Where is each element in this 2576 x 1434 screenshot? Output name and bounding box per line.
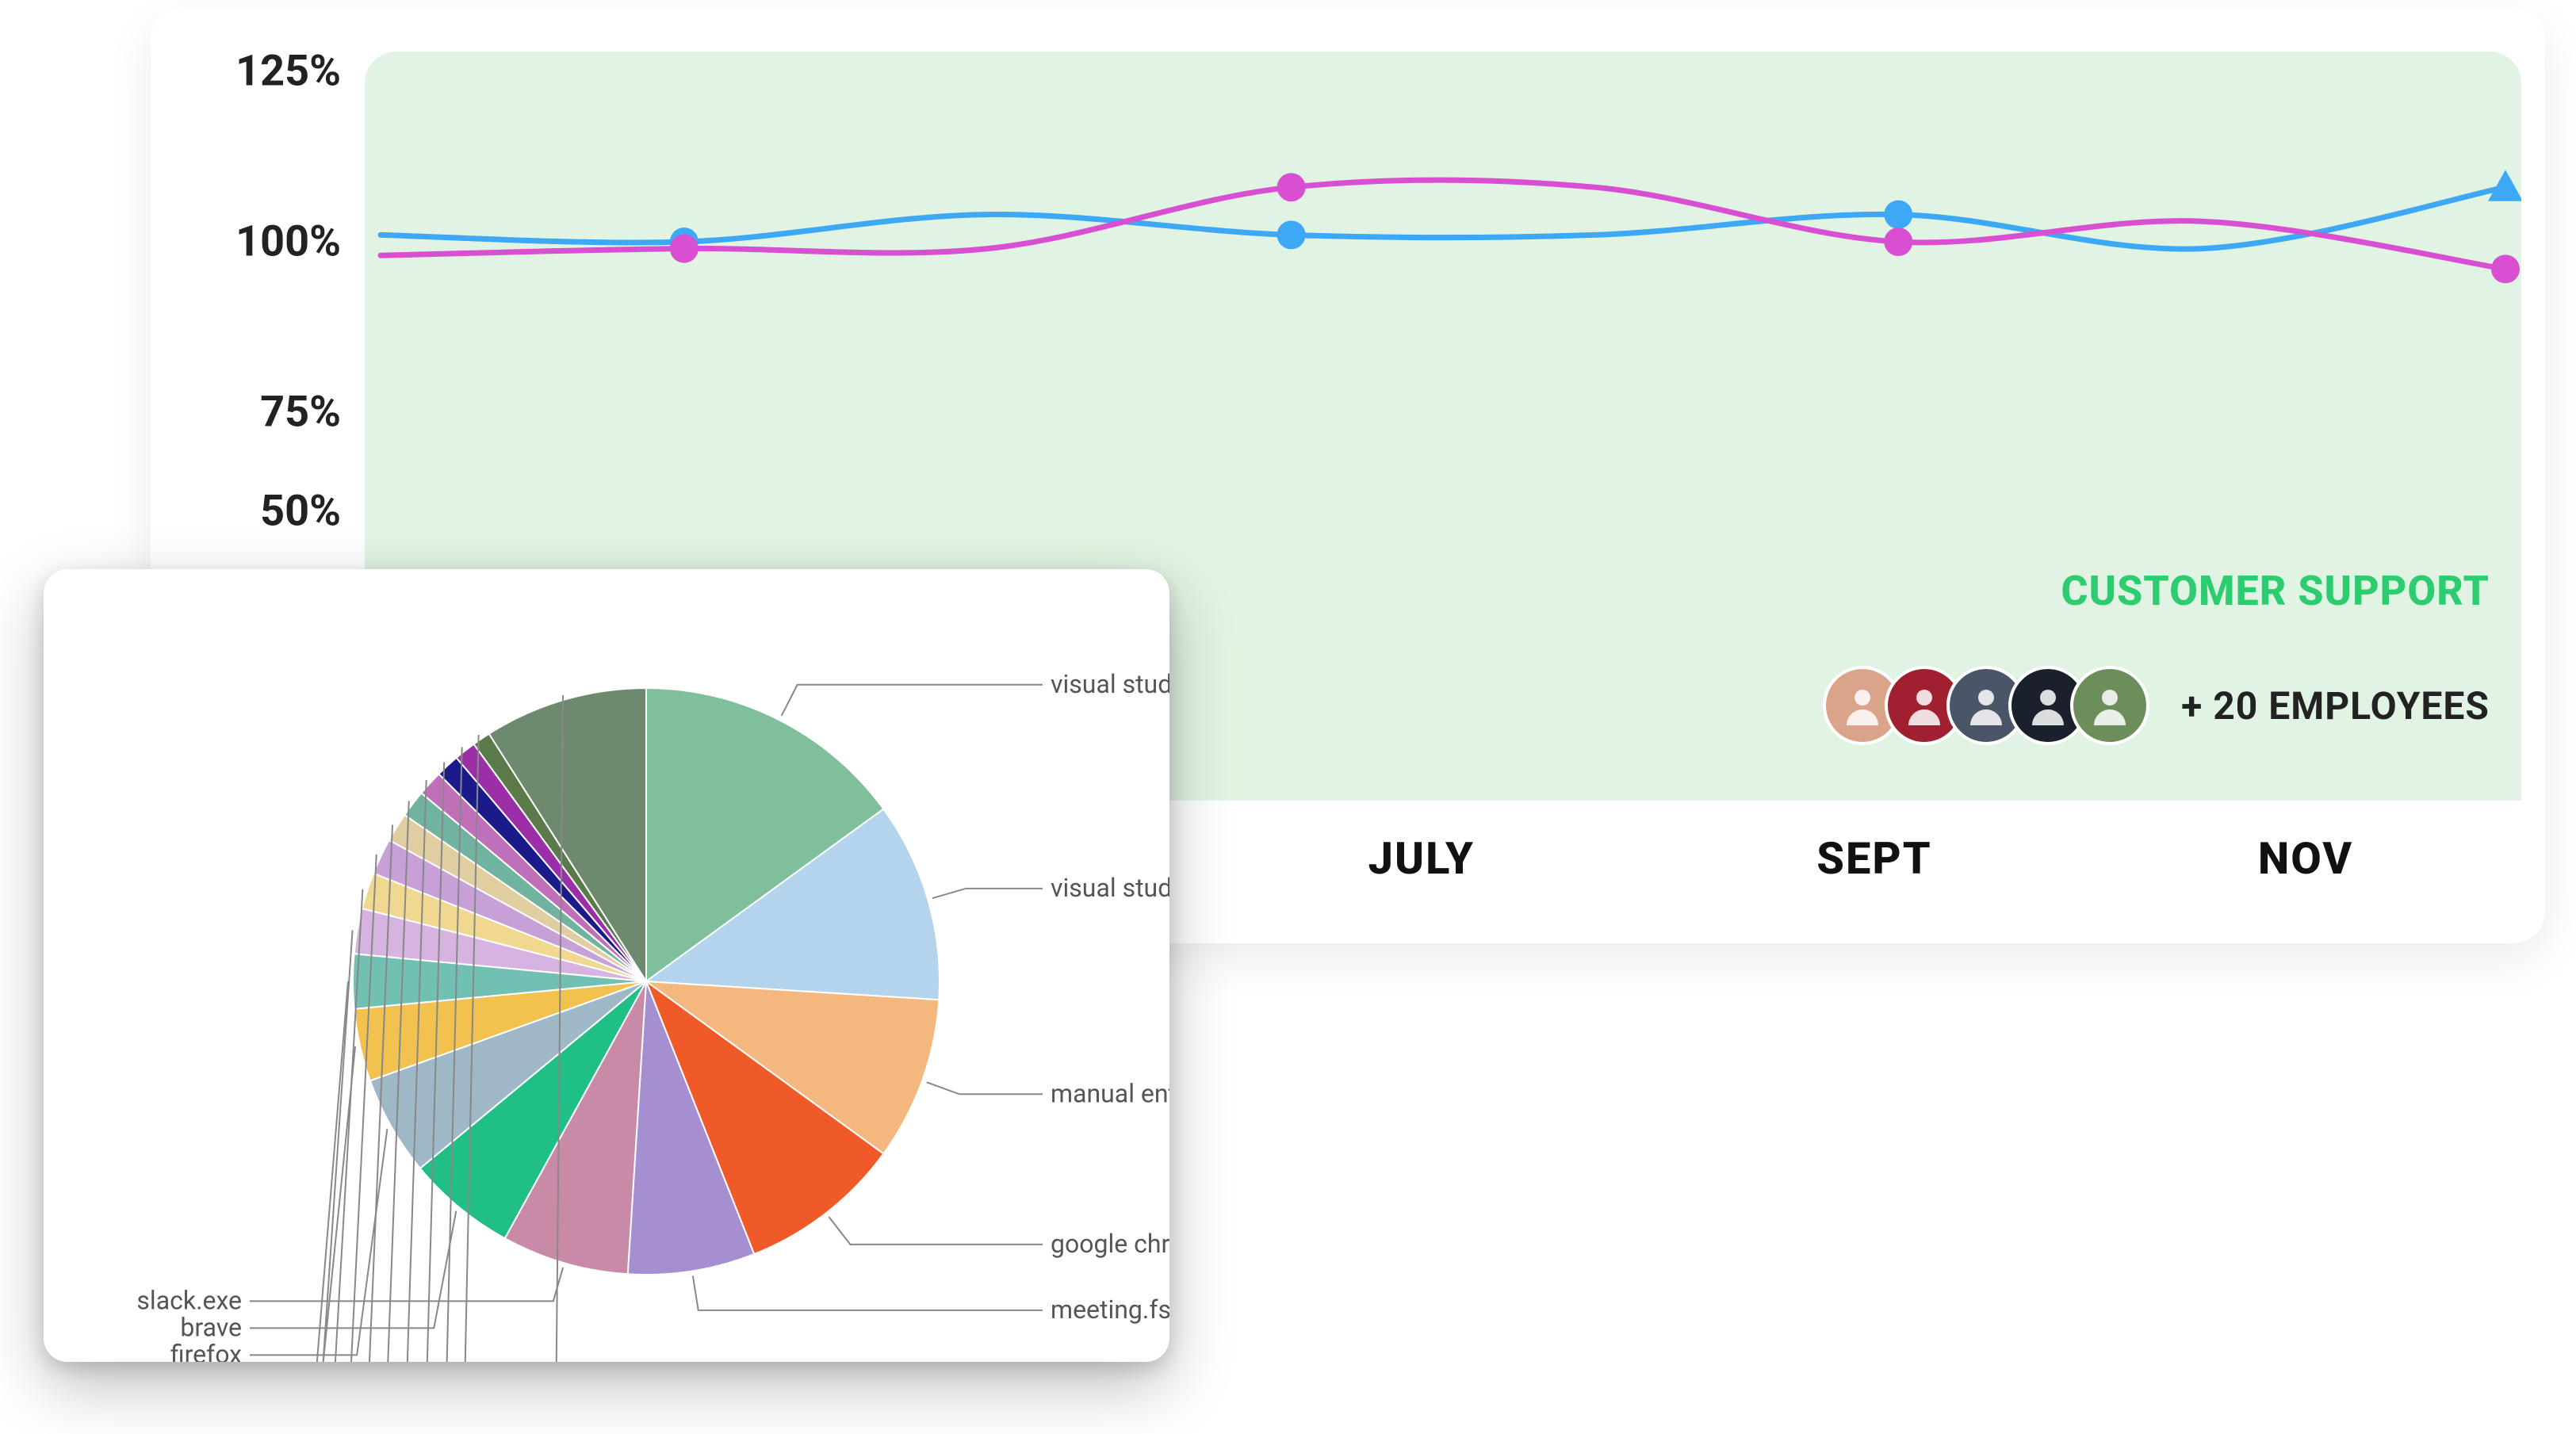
x-tick-july: JULY [1368,832,1475,885]
pie-chart-card: visual studio code visual studio manual en… [44,569,1169,1362]
pie-label: brave [180,1312,242,1342]
pie-leader [250,889,362,1362]
x-tick-sept: SEPT [1816,832,1931,885]
employees-count: + 20 EMPLOYEES [2181,683,2490,728]
customer-support-badge: CUSTOMER SUPPORT [2061,567,2490,615]
pie-leader [927,1082,1043,1094]
pie-label: visual studio [1051,873,1169,903]
pie-label: slack.exe [136,1285,242,1315]
avatar-group [1823,666,2149,745]
pie-leader [250,1268,563,1301]
pie-leader [829,1217,1043,1245]
y-tick-75: 75% [260,388,341,438]
line-marker [1884,201,1912,229]
line-marker [670,235,699,263]
line-marker [1277,220,1306,249]
pie-leader [250,930,353,1362]
line-marker [1277,173,1306,201]
line-marker [1884,228,1912,256]
y-tick-125: 125% [235,47,341,97]
x-tick-nov: NOV [2258,832,2353,885]
pie-chart-svg: visual studio code visual studio manual en… [44,569,1169,1362]
line-marker [2491,254,2520,283]
pie-label: firefox [170,1339,242,1362]
pie-leader [250,1211,456,1329]
pie-label: google chrome [1051,1229,1169,1259]
avatars-row: + 20 EMPLOYEES [1823,666,2490,745]
pie-leader [693,1275,1043,1310]
line-marker-triangle [2488,170,2521,201]
pie-leader [782,685,1043,716]
pie-leader [250,1129,387,1355]
y-tick-100: 100% [235,217,341,267]
pie-label: visual studio code [1051,669,1169,699]
avatar [2070,666,2149,745]
pie-label: meeting.fs [1051,1294,1169,1325]
pie-leader [250,981,348,1362]
y-tick-50: 50% [260,487,341,537]
line-series [381,180,2505,269]
pie-leader [932,889,1043,898]
line-series [381,187,2505,249]
pie-label: manual entry [1051,1078,1169,1108]
